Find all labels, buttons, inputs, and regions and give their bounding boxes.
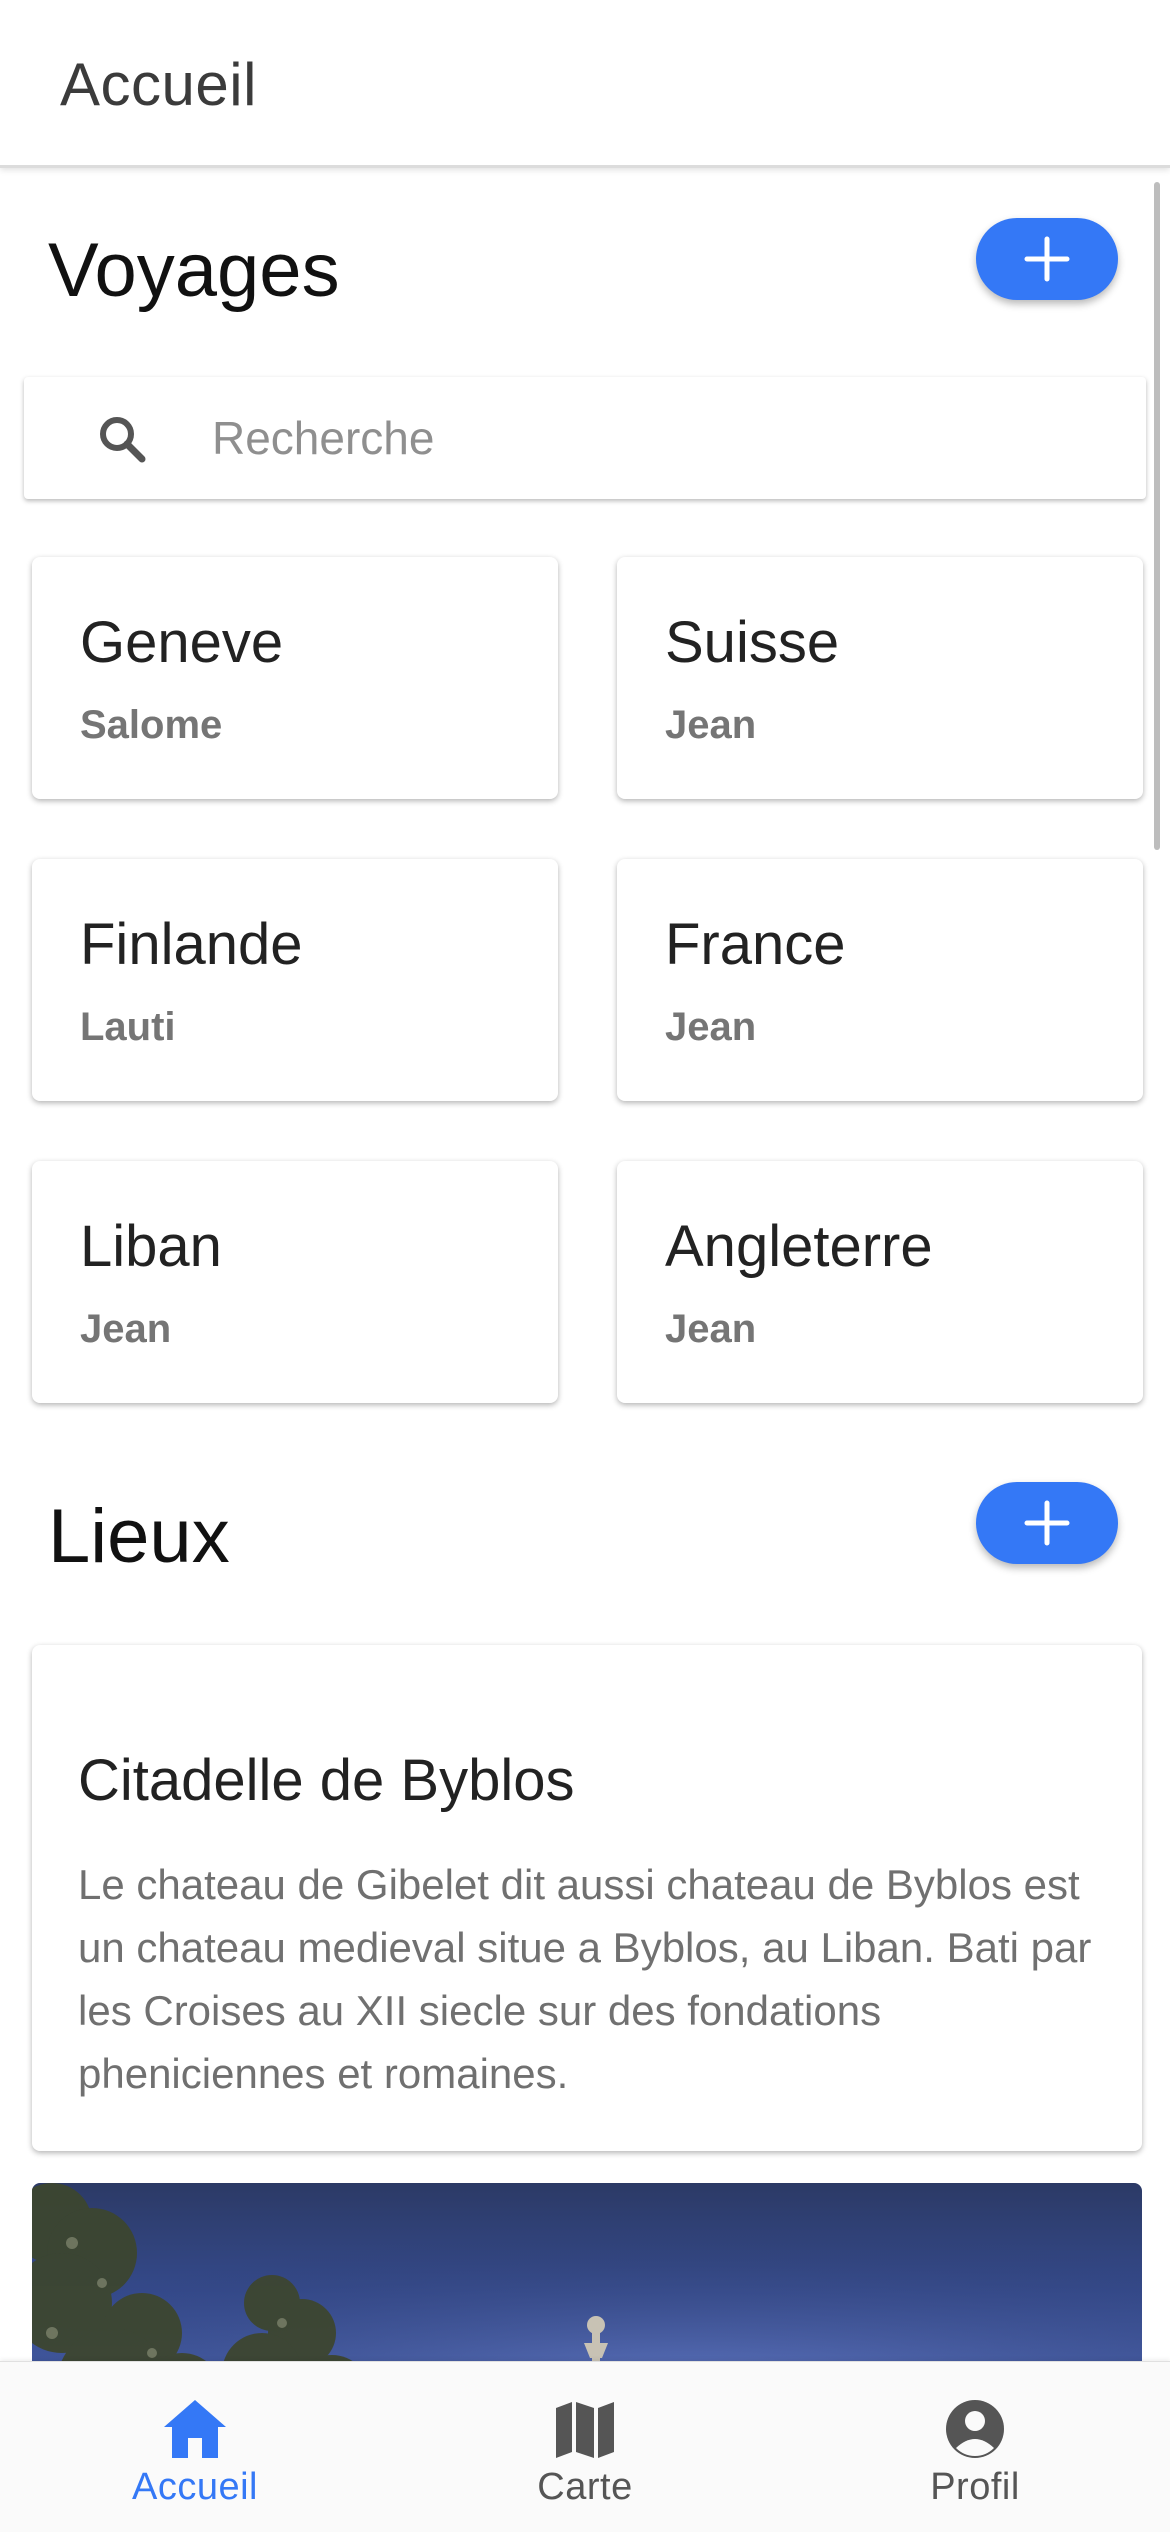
voyage-title: Angleterre xyxy=(665,1214,933,1279)
voyage-title: Finlande xyxy=(80,912,303,977)
voyage-owner: Jean xyxy=(80,1307,172,1351)
voyage-title: Liban xyxy=(80,1214,222,1279)
top-app-bar: Accueil xyxy=(0,0,1170,168)
nav-label: Carte xyxy=(537,2466,633,2508)
nav-item-accueil[interactable]: Accueil xyxy=(0,2362,390,2532)
lieu-photo-illustration xyxy=(32,2183,1142,2361)
search-icon xyxy=(100,417,146,463)
voyage-card-liban[interactable]: Liban Jean xyxy=(32,1161,558,1403)
voyage-owner: Jean xyxy=(665,1307,757,1351)
plus-icon xyxy=(1024,236,1070,282)
search-bar[interactable] xyxy=(24,377,1146,499)
nav-label: Accueil xyxy=(132,2466,258,2508)
voyage-owner: Jean xyxy=(665,1005,757,1049)
search-input[interactable] xyxy=(212,399,1112,477)
add-lieu-button[interactable] xyxy=(976,1482,1118,1564)
voyage-owner: Jean xyxy=(665,703,757,747)
lieux-section-title: Lieux xyxy=(48,1494,230,1579)
lieu-title: Citadelle de Byblos xyxy=(78,1748,575,1813)
lieu-card-citadelle-de-byblos[interactable]: Citadelle de Byblos Le chateau de Gibele… xyxy=(32,1645,1142,2151)
voyage-card-finlande[interactable]: Finlande Lauti xyxy=(32,859,558,1101)
bottom-navigation: Accueil Carte Profil xyxy=(0,2361,1170,2532)
voyage-title: Suisse xyxy=(665,610,840,675)
voyage-card-geneve[interactable]: Geneve Salome xyxy=(32,557,558,799)
voyage-title: France xyxy=(665,912,846,977)
voyage-card-angleterre[interactable]: Angleterre Jean xyxy=(617,1161,1143,1403)
main-content[interactable]: Voyages Geneve Salome Suisse Jean Finlan… xyxy=(0,171,1170,2361)
map-icon xyxy=(556,2402,614,2458)
lieu-photo[interactable] xyxy=(32,2183,1142,2361)
plus-icon xyxy=(1024,1500,1070,1546)
voyage-card-suisse[interactable]: Suisse Jean xyxy=(617,557,1143,799)
voyage-card-france[interactable]: France Jean xyxy=(617,859,1143,1101)
account-circle-icon xyxy=(946,2400,1004,2458)
lieu-description: Le chateau de Gibelet dit aussi chateau … xyxy=(78,1861,1092,2097)
nav-item-carte[interactable]: Carte xyxy=(390,2362,780,2532)
voyage-owner: Salome xyxy=(80,703,223,747)
home-icon xyxy=(164,2400,226,2458)
voyage-title: Geneve xyxy=(80,610,284,675)
voyages-section-title: Voyages xyxy=(48,228,340,313)
voyage-owner: Lauti xyxy=(80,1005,176,1049)
scrollbar[interactable] xyxy=(1154,182,1160,850)
app-root: Accueil Voyages Geneve Salome Suisse Jea… xyxy=(0,0,1170,2532)
nav-item-profil[interactable]: Profil xyxy=(780,2362,1170,2532)
page-title: Accueil xyxy=(60,51,257,118)
nav-label: Profil xyxy=(930,2466,1020,2508)
add-voyage-button[interactable] xyxy=(976,218,1118,300)
